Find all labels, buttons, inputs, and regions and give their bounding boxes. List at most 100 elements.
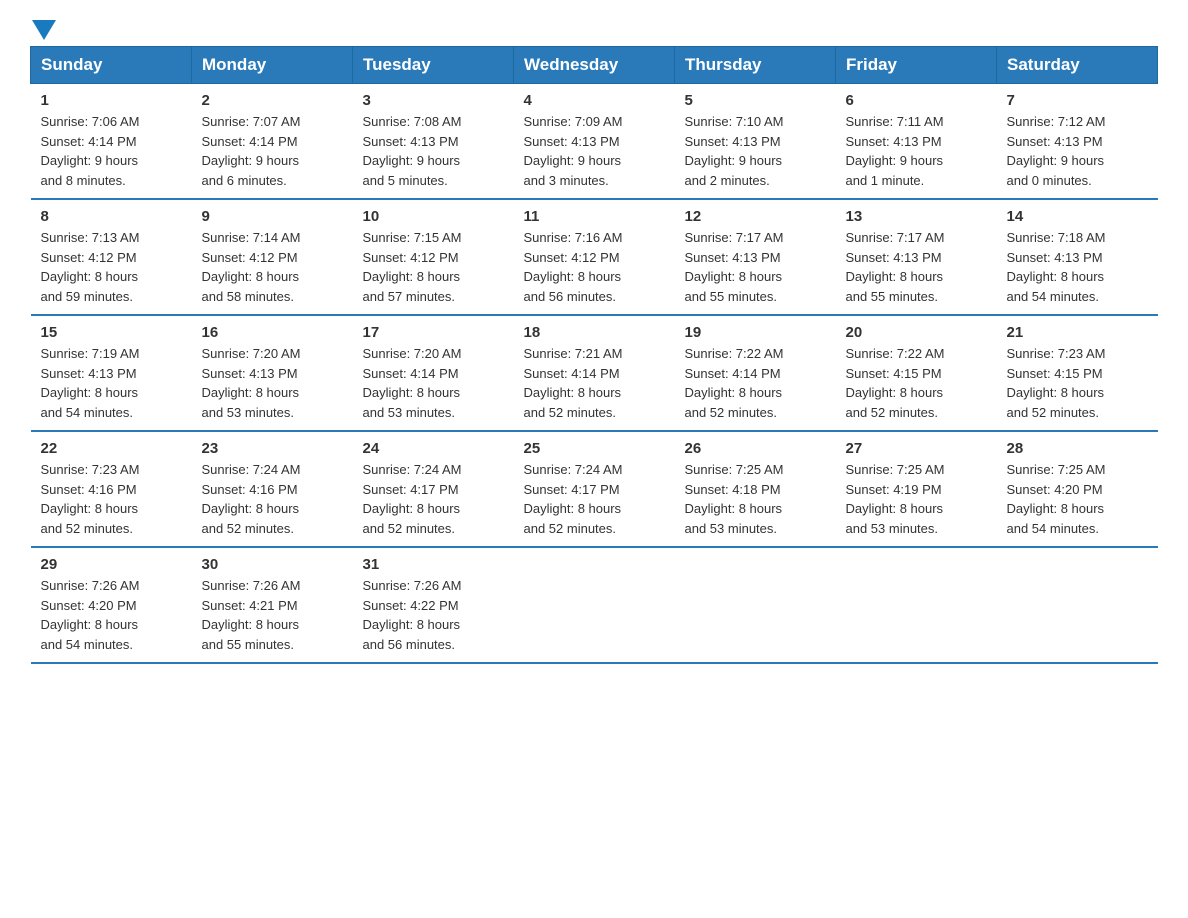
day-number: 24 [363, 440, 504, 457]
day-cell-25: 25 Sunrise: 7:24 AMSunset: 4:17 PMDayligh… [514, 431, 675, 547]
day-number: 30 [202, 556, 343, 573]
day-info: Sunrise: 7:16 AMSunset: 4:12 PMDaylight:… [524, 228, 665, 306]
day-cell-15: 15 Sunrise: 7:19 AMSunset: 4:13 PMDayligh… [31, 315, 192, 431]
day-info: Sunrise: 7:23 AMSunset: 4:16 PMDaylight:… [41, 460, 182, 538]
day-info: Sunrise: 7:14 AMSunset: 4:12 PMDaylight:… [202, 228, 343, 306]
day-number: 20 [846, 324, 987, 341]
empty-cell [836, 547, 997, 663]
day-number: 7 [1007, 92, 1148, 109]
calendar-body: 1Sunrise: 7:06 AMSunset: 4:14 PMDaylight… [31, 84, 1158, 664]
day-number: 25 [524, 440, 665, 457]
day-number: 19 [685, 324, 826, 341]
day-info: Sunrise: 7:24 AMSunset: 4:17 PMDaylight:… [524, 460, 665, 538]
day-cell-29: 29 Sunrise: 7:26 AMSunset: 4:20 PMDayligh… [31, 547, 192, 663]
day-info: Sunrise: 7:20 AMSunset: 4:14 PMDaylight:… [363, 344, 504, 422]
day-cell-27: 27 Sunrise: 7:25 AMSunset: 4:19 PMDayligh… [836, 431, 997, 547]
day-info: Sunrise: 7:26 AMSunset: 4:21 PMDaylight:… [202, 576, 343, 654]
day-cell-22: 22 Sunrise: 7:23 AMSunset: 4:16 PMDayligh… [31, 431, 192, 547]
day-info: Sunrise: 7:09 AMSunset: 4:13 PMDaylight:… [524, 112, 665, 190]
week-row-4: 22 Sunrise: 7:23 AMSunset: 4:16 PMDayligh… [31, 431, 1158, 547]
header-thursday: Thursday [675, 47, 836, 84]
day-cell-31: 31 Sunrise: 7:26 AMSunset: 4:22 PMDayligh… [353, 547, 514, 663]
logo-triangle-icon [32, 20, 56, 40]
day-number: 13 [846, 208, 987, 225]
day-cell-20: 20 Sunrise: 7:22 AMSunset: 4:15 PMDayligh… [836, 315, 997, 431]
header-monday: Monday [192, 47, 353, 84]
day-number: 4 [524, 92, 665, 109]
day-info: Sunrise: 7:10 AMSunset: 4:13 PMDaylight:… [685, 112, 826, 190]
day-cell-17: 17 Sunrise: 7:20 AMSunset: 4:14 PMDayligh… [353, 315, 514, 431]
day-info: Sunrise: 7:19 AMSunset: 4:13 PMDaylight:… [41, 344, 182, 422]
day-info: Sunrise: 7:15 AMSunset: 4:12 PMDaylight:… [363, 228, 504, 306]
day-info: Sunrise: 7:08 AMSunset: 4:13 PMDaylight:… [363, 112, 504, 190]
calendar-header: SundayMondayTuesdayWednesdayThursdayFrid… [31, 47, 1158, 84]
day-cell-21: 21Sunrise: 7:23 AMSunset: 4:15 PMDayligh… [997, 315, 1158, 431]
day-cell-16: 16Sunrise: 7:20 AMSunset: 4:13 PMDayligh… [192, 315, 353, 431]
day-cell-13: 13Sunrise: 7:17 AMSunset: 4:13 PMDayligh… [836, 199, 997, 315]
day-cell-10: 10 Sunrise: 7:15 AMSunset: 4:12 PMDayligh… [353, 199, 514, 315]
day-number: 2 [202, 92, 343, 109]
day-cell-2: 2 Sunrise: 7:07 AMSunset: 4:14 PMDaylight… [192, 84, 353, 200]
day-info: Sunrise: 7:11 AMSunset: 4:13 PMDaylight:… [846, 112, 987, 190]
week-row-3: 15 Sunrise: 7:19 AMSunset: 4:13 PMDayligh… [31, 315, 1158, 431]
page-header [30, 20, 1158, 36]
day-cell-24: 24 Sunrise: 7:24 AMSunset: 4:17 PMDayligh… [353, 431, 514, 547]
day-cell-18: 18Sunrise: 7:21 AMSunset: 4:14 PMDayligh… [514, 315, 675, 431]
day-number: 22 [41, 440, 182, 457]
day-number: 1 [41, 92, 182, 109]
day-info: Sunrise: 7:12 AMSunset: 4:13 PMDaylight:… [1007, 112, 1148, 190]
day-number: 12 [685, 208, 826, 225]
day-number: 15 [41, 324, 182, 341]
day-number: 5 [685, 92, 826, 109]
day-info: Sunrise: 7:21 AMSunset: 4:14 PMDaylight:… [524, 344, 665, 422]
day-info: Sunrise: 7:25 AMSunset: 4:20 PMDaylight:… [1007, 460, 1148, 538]
day-info: Sunrise: 7:25 AMSunset: 4:18 PMDaylight:… [685, 460, 826, 538]
week-row-2: 8Sunrise: 7:13 AMSunset: 4:12 PMDaylight… [31, 199, 1158, 315]
empty-cell [997, 547, 1158, 663]
day-cell-26: 26 Sunrise: 7:25 AMSunset: 4:18 PMDayligh… [675, 431, 836, 547]
day-info: Sunrise: 7:07 AMSunset: 4:14 PMDaylight:… [202, 112, 343, 190]
day-info: Sunrise: 7:23 AMSunset: 4:15 PMDaylight:… [1007, 344, 1148, 422]
day-cell-5: 5 Sunrise: 7:10 AMSunset: 4:13 PMDaylight… [675, 84, 836, 200]
day-cell-7: 7 Sunrise: 7:12 AMSunset: 4:13 PMDaylight… [997, 84, 1158, 200]
day-info: Sunrise: 7:20 AMSunset: 4:13 PMDaylight:… [202, 344, 343, 422]
day-cell-12: 12 Sunrise: 7:17 AMSunset: 4:13 PMDayligh… [675, 199, 836, 315]
day-cell-28: 28 Sunrise: 7:25 AMSunset: 4:20 PMDayligh… [997, 431, 1158, 547]
day-number: 28 [1007, 440, 1148, 457]
day-number: 29 [41, 556, 182, 573]
day-cell-11: 11 Sunrise: 7:16 AMSunset: 4:12 PMDayligh… [514, 199, 675, 315]
header-wednesday: Wednesday [514, 47, 675, 84]
week-row-5: 29 Sunrise: 7:26 AMSunset: 4:20 PMDayligh… [31, 547, 1158, 663]
day-cell-23: 23Sunrise: 7:24 AMSunset: 4:16 PMDayligh… [192, 431, 353, 547]
day-info: Sunrise: 7:22 AMSunset: 4:14 PMDaylight:… [685, 344, 826, 422]
day-info: Sunrise: 7:17 AMSunset: 4:13 PMDaylight:… [685, 228, 826, 306]
empty-cell [514, 547, 675, 663]
day-info: Sunrise: 7:26 AMSunset: 4:20 PMDaylight:… [41, 576, 182, 654]
day-info: Sunrise: 7:25 AMSunset: 4:19 PMDaylight:… [846, 460, 987, 538]
calendar-table: SundayMondayTuesdayWednesdayThursdayFrid… [30, 46, 1158, 664]
day-cell-4: 4 Sunrise: 7:09 AMSunset: 4:13 PMDaylight… [514, 84, 675, 200]
day-number: 31 [363, 556, 504, 573]
day-cell-6: 6Sunrise: 7:11 AMSunset: 4:13 PMDaylight… [836, 84, 997, 200]
day-info: Sunrise: 7:24 AMSunset: 4:17 PMDaylight:… [363, 460, 504, 538]
day-number: 26 [685, 440, 826, 457]
day-number: 11 [524, 208, 665, 225]
day-number: 14 [1007, 208, 1148, 225]
day-cell-30: 30 Sunrise: 7:26 AMSunset: 4:21 PMDayligh… [192, 547, 353, 663]
day-number: 10 [363, 208, 504, 225]
day-cell-9: 9 Sunrise: 7:14 AMSunset: 4:12 PMDaylight… [192, 199, 353, 315]
week-row-1: 1Sunrise: 7:06 AMSunset: 4:14 PMDaylight… [31, 84, 1158, 200]
day-number: 27 [846, 440, 987, 457]
day-number: 8 [41, 208, 182, 225]
header-sunday: Sunday [31, 47, 192, 84]
day-cell-19: 19 Sunrise: 7:22 AMSunset: 4:14 PMDayligh… [675, 315, 836, 431]
day-number: 3 [363, 92, 504, 109]
day-info: Sunrise: 7:22 AMSunset: 4:15 PMDaylight:… [846, 344, 987, 422]
header-saturday: Saturday [997, 47, 1158, 84]
header-tuesday: Tuesday [353, 47, 514, 84]
empty-cell [675, 547, 836, 663]
day-info: Sunrise: 7:24 AMSunset: 4:16 PMDaylight:… [202, 460, 343, 538]
day-info: Sunrise: 7:26 AMSunset: 4:22 PMDaylight:… [363, 576, 504, 654]
day-number: 9 [202, 208, 343, 225]
day-number: 17 [363, 324, 504, 341]
